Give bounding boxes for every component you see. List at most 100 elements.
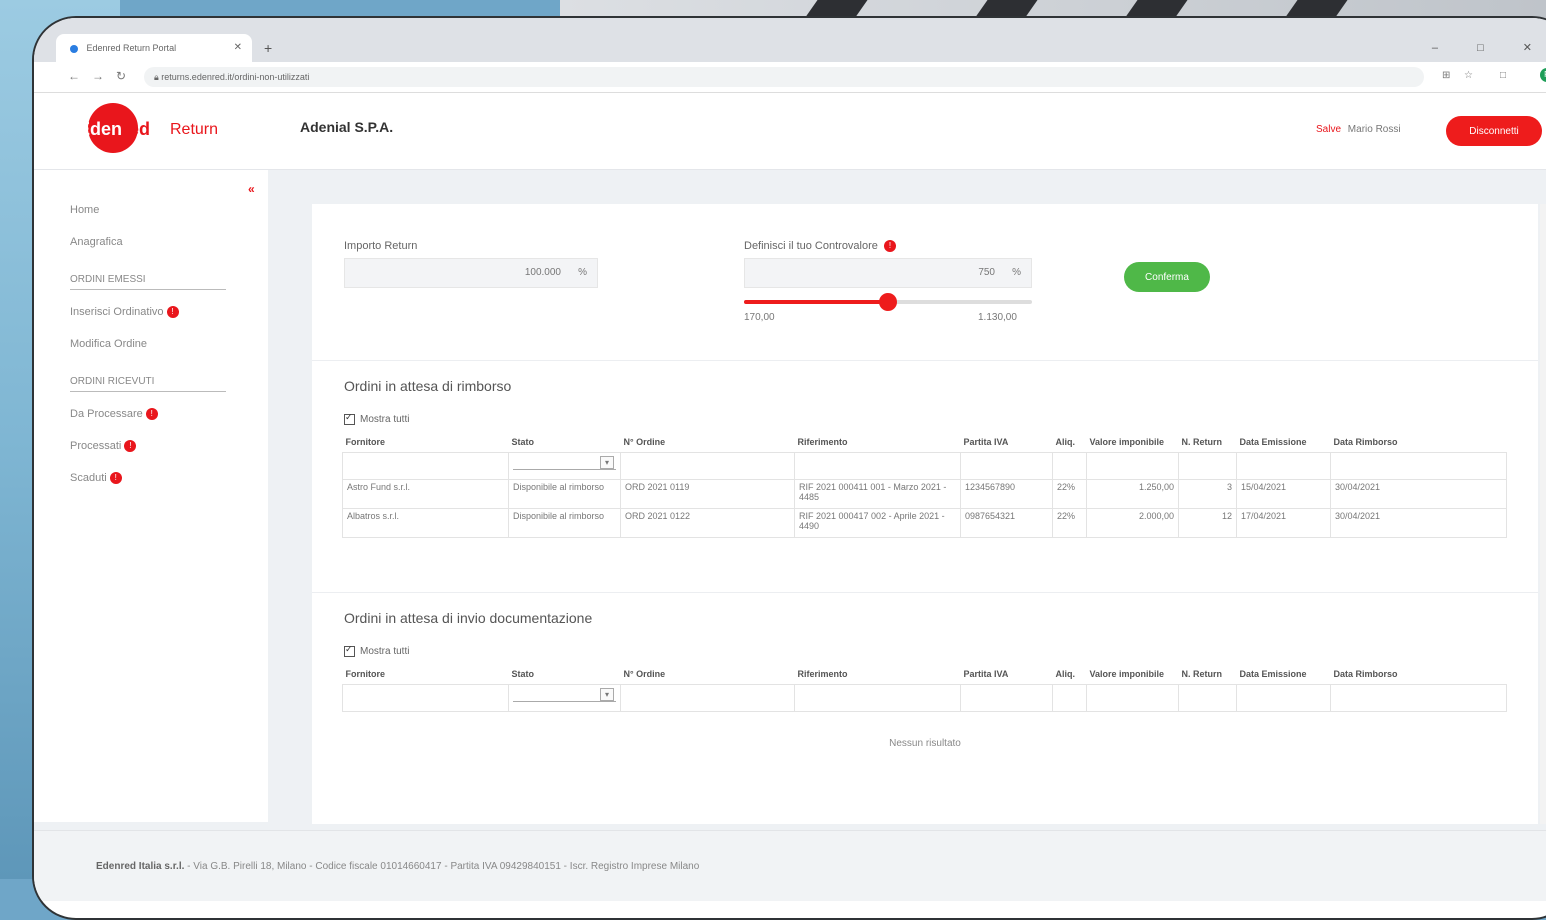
info-icon[interactable]: ! xyxy=(883,240,896,253)
column-header[interactable]: Aliq. xyxy=(1053,664,1087,685)
column-header[interactable]: Aliq. xyxy=(1053,432,1087,453)
app-header: Edenred Return Adenial S.P.A. Salve Mari… xyxy=(34,93,1546,170)
column-header[interactable]: Data Rimborso xyxy=(1331,664,1507,685)
sidebar-section-ricevuti: Ordini Ricevuti xyxy=(70,376,226,392)
window-controls[interactable]: – □ ✕ xyxy=(1432,34,1546,62)
forward-icon[interactable]: → xyxy=(92,69,104,83)
sidebar: « Home Anagrafica Ordini Emessi Inserisc… xyxy=(34,170,268,822)
alert-badge: ! xyxy=(109,472,122,485)
browser-tab[interactable]: Edenred Return Portal ✕ xyxy=(56,34,252,62)
column-filter-input[interactable] xyxy=(342,452,509,480)
column-header[interactable]: Data Rimborso xyxy=(1331,432,1507,453)
reload-icon[interactable]: ↻ xyxy=(116,69,126,83)
table-cell: 22% xyxy=(1052,508,1087,538)
column-filter-input[interactable] xyxy=(342,684,509,712)
close-tab-icon[interactable]: ✕ xyxy=(234,34,242,62)
collapse-sidebar-icon[interactable]: « xyxy=(248,182,255,196)
column-filter-input[interactable] xyxy=(1330,684,1507,712)
sidebar-item-inserisci[interactable]: Inserisci Ordinativo! xyxy=(70,306,179,319)
logout-button[interactable]: Disconnetti xyxy=(1446,116,1542,146)
controvalore-slider[interactable] xyxy=(744,293,1032,311)
new-tab-icon[interactable]: + xyxy=(264,34,272,62)
import-field[interactable]: 100.000% xyxy=(344,258,598,288)
sidebar-item-anagrafica[interactable]: Anagrafica xyxy=(70,236,123,248)
column-header[interactable]: N° Ordine xyxy=(621,432,795,453)
table-cell: RIF 2021 000417 002 - Aprile 2021 - 4490 xyxy=(794,508,961,538)
checkbox-icon xyxy=(344,412,355,425)
empty-message: Nessun risultato xyxy=(889,738,961,749)
back-icon[interactable]: ← xyxy=(68,69,80,83)
url-text: returns.edenred.it/ordini-non-utilizzati xyxy=(161,72,310,82)
column-filter-input[interactable] xyxy=(620,452,795,480)
column-filter-input[interactable] xyxy=(1086,452,1179,480)
docs-table: Fornitore Stato N° Ordine Riferimento Partit… xyxy=(342,664,1507,712)
extension-icon[interactable]: □ xyxy=(1500,70,1506,81)
column-filter-input[interactable] xyxy=(1052,684,1087,712)
vertical-scrollbar[interactable] xyxy=(1540,204,1546,824)
column-filter-input[interactable] xyxy=(1052,452,1087,480)
table-cell: 12 xyxy=(1178,508,1237,538)
table-row[interactable]: Astro Fund s.r.l. Disponibile al rimborso… xyxy=(342,479,1507,509)
sidebar-item-processati[interactable]: Processati! xyxy=(70,440,137,453)
divider xyxy=(312,592,1538,593)
column-header[interactable]: N. Return xyxy=(1179,664,1237,685)
star-icon[interactable]: ☆ xyxy=(1464,70,1473,81)
table-cell: Astro Fund s.r.l. xyxy=(342,479,509,509)
column-filter-input[interactable] xyxy=(1178,684,1237,712)
footer-company: Edenred Italia s.r.l. xyxy=(96,861,185,872)
column-filter-input[interactable] xyxy=(1086,684,1179,712)
table-cell: 17/04/2021 xyxy=(1236,508,1331,538)
status-filter-select[interactable] xyxy=(508,452,621,480)
show-all-checkbox-2[interactable]: Mostra tutti xyxy=(344,644,410,658)
sidebar-item-label: Da Processare xyxy=(70,408,143,420)
column-filter-input[interactable] xyxy=(1236,684,1331,712)
column-header[interactable]: Data Emissione xyxy=(1237,432,1331,453)
column-filter-input[interactable] xyxy=(1330,452,1507,480)
column-header[interactable]: Stato xyxy=(509,432,621,453)
column-header[interactable]: Riferimento xyxy=(795,432,961,453)
column-header[interactable]: Valore imponibile xyxy=(1087,664,1179,685)
sidebar-item-da-processare[interactable]: Da Processare! xyxy=(70,408,158,421)
translate-icon[interactable]: ⊞ xyxy=(1442,70,1450,81)
column-filter-input[interactable] xyxy=(794,684,961,712)
column-header[interactable]: N. Return xyxy=(1179,432,1237,453)
column-header[interactable]: Fornitore xyxy=(343,664,509,685)
logo-text-c: Return xyxy=(170,121,219,138)
table-row[interactable]: Albatros s.r.l. Disponibile al rimborso OR… xyxy=(342,508,1507,538)
column-filter-input[interactable] xyxy=(1236,452,1331,480)
sidebar-item-home[interactable]: Home xyxy=(70,204,99,216)
footer-details: - Via G.B. Pirelli 18, Milano - Codice f… xyxy=(187,861,700,872)
column-filter-input[interactable] xyxy=(620,684,795,712)
slider-handle[interactable] xyxy=(879,293,897,311)
column-header[interactable]: Riferimento xyxy=(795,664,961,685)
confirm-button[interactable]: Conferma xyxy=(1124,262,1210,292)
slider-min: 170,00 xyxy=(744,312,775,323)
column-header[interactable]: Partita IVA xyxy=(961,664,1053,685)
column-header[interactable]: Fornitore xyxy=(343,432,509,453)
controvalore-label-text: Definisci il tuo Controvalore xyxy=(744,240,878,252)
column-filter-input[interactable] xyxy=(1178,452,1237,480)
show-all-checkbox[interactable]: Mostra tutti xyxy=(344,412,410,426)
company-name: Adenial S.P.A. xyxy=(300,119,394,135)
column-header[interactable]: Partita IVA xyxy=(961,432,1053,453)
checkbox-label: Mostra tutti xyxy=(360,646,410,658)
column-header[interactable]: Stato xyxy=(509,664,621,685)
controvalore-label: Definisci il tuo Controvalore ! xyxy=(744,240,896,253)
browser-urlbar: ← → ↻ 🔒︎ returns.edenred.it/ordini-non-u… xyxy=(34,62,1546,93)
column-filter-input[interactable] xyxy=(960,684,1053,712)
sidebar-item-scaduti[interactable]: Scaduti! xyxy=(70,472,122,485)
column-header[interactable]: Data Emissione xyxy=(1237,664,1331,685)
address-bar[interactable]: 🔒︎ returns.edenred.it/ordini-non-utilizz… xyxy=(144,67,1424,87)
controvalore-field[interactable]: 750% xyxy=(744,258,1032,288)
column-filter-input[interactable] xyxy=(960,452,1053,480)
status-filter-select[interactable] xyxy=(508,684,621,712)
sidebar-item-modifica[interactable]: Modifica Ordine xyxy=(70,338,147,350)
column-header[interactable]: N° Ordine xyxy=(621,664,795,685)
column-header[interactable]: Valore imponibile xyxy=(1087,432,1179,453)
profile-avatar[interactable]: R xyxy=(1540,68,1546,82)
column-filter-input[interactable] xyxy=(794,452,961,480)
checkbox-label: Mostra tutti xyxy=(360,414,410,426)
edenred-logo[interactable]: Edenred Return xyxy=(78,103,248,153)
logo-text-b: red xyxy=(122,119,151,139)
device-frame: Edenred Return Portal ✕ + – □ ✕ ← → ↻ 🔒︎… xyxy=(32,16,1546,920)
